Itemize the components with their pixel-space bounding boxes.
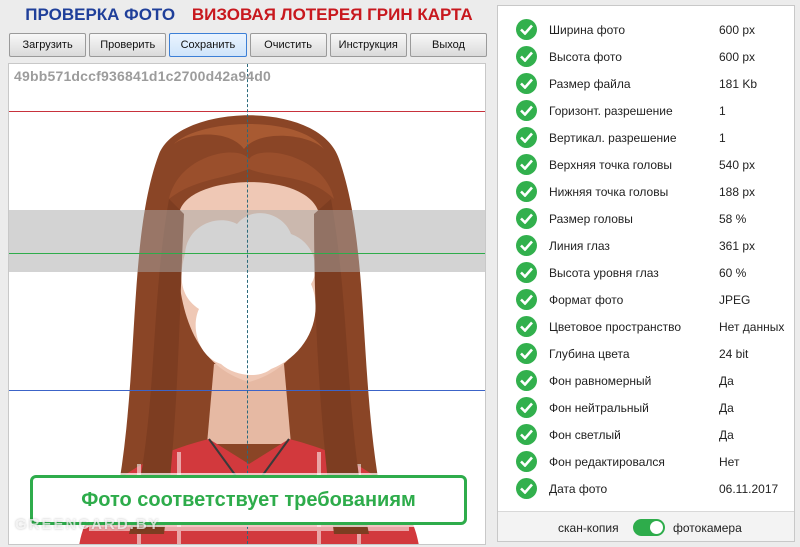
result-value: Да — [719, 427, 734, 442]
result-label: Формат фото — [549, 292, 624, 307]
center-line — [247, 64, 248, 544]
result-label: Вертикал. разрешение — [549, 130, 677, 145]
result-row-bg-edited: Фон редактировался Нет — [498, 448, 794, 475]
check-circle-icon — [516, 19, 537, 40]
result-row-color-depth: Глубина цвета 24 bit — [498, 340, 794, 367]
result-label: Фон светлый — [549, 427, 621, 442]
result-value: 540 px — [719, 157, 756, 172]
result-value: Да — [719, 373, 734, 388]
check-circle-icon — [516, 262, 537, 283]
result-value: 188 px — [719, 184, 756, 199]
result-label: Верхняя точка головы — [549, 157, 673, 172]
result-row-color-space: Цветовое пространство Нет данных — [498, 313, 794, 340]
toggle-knob — [650, 521, 663, 534]
result-label: Высота уровня глаз — [549, 265, 659, 280]
result-row-eye-line: Линия глаз 361 px — [498, 232, 794, 259]
app-window: ПРОВЕРКА ФОТО ВИЗОВАЯ ЛОТЕРЕЯ ГРИН КАРТА… — [0, 0, 800, 547]
result-row-vertical-resolution: Вертикал. разрешение 1 — [498, 124, 794, 151]
result-value: 58 % — [719, 211, 747, 226]
result-label: Цветовое пространство — [549, 319, 682, 334]
result-label: Глубина цвета — [549, 346, 630, 361]
check-circle-icon — [516, 343, 537, 364]
result-label: Фон редактировался — [549, 454, 665, 469]
save-button[interactable]: Сохранить — [169, 33, 247, 57]
result-label: Высота фото — [549, 49, 622, 64]
result-label: Дата фото — [549, 481, 608, 496]
exit-button[interactable]: Выход — [409, 33, 488, 57]
scan-copy-label: скан-копия — [558, 521, 619, 535]
app-title: ПРОВЕРКА ФОТО ВИЗОВАЯ ЛОТЕРЕЯ ГРИН КАРТА — [0, 5, 498, 31]
clear-button[interactable]: Очистить — [249, 33, 327, 57]
result-value: 600 px — [719, 49, 756, 64]
check-circle-icon — [516, 289, 537, 310]
result-value: 24 bit — [719, 346, 749, 361]
result-value: 1 — [719, 130, 726, 145]
result-row-head-bottom: Нижняя точка головы 188 px — [498, 178, 794, 205]
results-list: Ширина фото 600 px Высота фото 600 px Ра… — [498, 16, 794, 502]
result-value: 181 Kb — [719, 76, 758, 91]
check-circle-icon — [516, 46, 537, 67]
result-value: 60 % — [719, 265, 747, 280]
result-label: Фон нейтральный — [549, 400, 649, 415]
load-button[interactable]: Загрузить — [9, 33, 87, 57]
result-label: Линия глаз — [549, 238, 610, 253]
result-value: 600 px — [719, 22, 756, 37]
result-value: 1 — [719, 103, 726, 118]
source-mode-bar: скан-копия фотокамера — [498, 511, 794, 541]
result-row-width: Ширина фото 600 px — [498, 16, 794, 43]
check-button[interactable]: Проверить — [89, 33, 167, 57]
check-circle-icon — [516, 424, 537, 445]
result-label: Размер файла — [549, 76, 631, 91]
result-row-file-size: Размер файла 181 Kb — [498, 70, 794, 97]
title-check-photo: ПРОВЕРКА ФОТО — [25, 5, 176, 24]
result-row-height: Высота фото 600 px — [498, 43, 794, 70]
watermark: GREENCARD.BY — [15, 516, 161, 533]
result-row-horizontal-resolution: Горизонт. разрешение 1 — [498, 97, 794, 124]
check-circle-icon — [516, 316, 537, 337]
result-value: JPEG — [719, 292, 751, 307]
check-circle-icon — [516, 73, 537, 94]
result-label: Нижняя точка головы — [549, 184, 669, 199]
check-circle-icon — [516, 100, 537, 121]
check-circle-icon — [516, 370, 537, 391]
check-circle-icon — [516, 397, 537, 418]
result-row-format: Формат фото JPEG — [498, 286, 794, 313]
result-value: 06.11.2017 — [719, 481, 779, 496]
check-circle-icon — [516, 235, 537, 256]
result-row-head-top: Верхняя точка головы 540 px — [498, 151, 794, 178]
check-circle-icon — [516, 478, 537, 499]
result-value: Нет данных — [719, 319, 785, 334]
result-label: Фон равномерный — [549, 373, 652, 388]
photo-preview: 49bb571dccf936841d1c2700d42a94d0 Фото со… — [8, 63, 486, 545]
result-label: Размер головы — [549, 211, 633, 226]
check-circle-icon — [516, 181, 537, 202]
result-row-photo-date: Дата фото 06.11.2017 — [498, 475, 794, 502]
title-green-card-lottery: ВИЗОВАЯ ЛОТЕРЕЯ ГРИН КАРТА — [191, 5, 473, 24]
photo-hash: 49bb571dccf936841d1c2700d42a94d0 — [14, 68, 272, 84]
result-row-bg-neutral: Фон нейтральный Да — [498, 394, 794, 421]
check-circle-icon — [516, 127, 537, 148]
check-circle-icon — [516, 451, 537, 472]
result-label: Ширина фото — [549, 22, 626, 37]
result-row-bg-light: Фон светлый Да — [498, 421, 794, 448]
check-circle-icon — [516, 154, 537, 175]
result-row-eye-level: Высота уровня глаз 60 % — [498, 259, 794, 286]
source-mode-toggle[interactable] — [633, 519, 665, 536]
result-label: Горизонт. разрешение — [549, 103, 673, 118]
results-panel: Ширина фото 600 px Высота фото 600 px Ра… — [497, 5, 795, 542]
check-circle-icon — [516, 208, 537, 229]
result-value: Нет — [719, 454, 740, 469]
camera-label: фотокамера — [673, 521, 742, 535]
result-row-bg-uniform: Фон равномерный Да — [498, 367, 794, 394]
result-row-head-size: Размер головы 58 % — [498, 205, 794, 232]
instructions-button[interactable]: Инструкция — [329, 33, 407, 57]
result-value: Да — [719, 400, 734, 415]
result-value: 361 px — [719, 238, 756, 253]
toolbar: Загрузить Проверить Сохранить Очистить И… — [9, 33, 488, 57]
